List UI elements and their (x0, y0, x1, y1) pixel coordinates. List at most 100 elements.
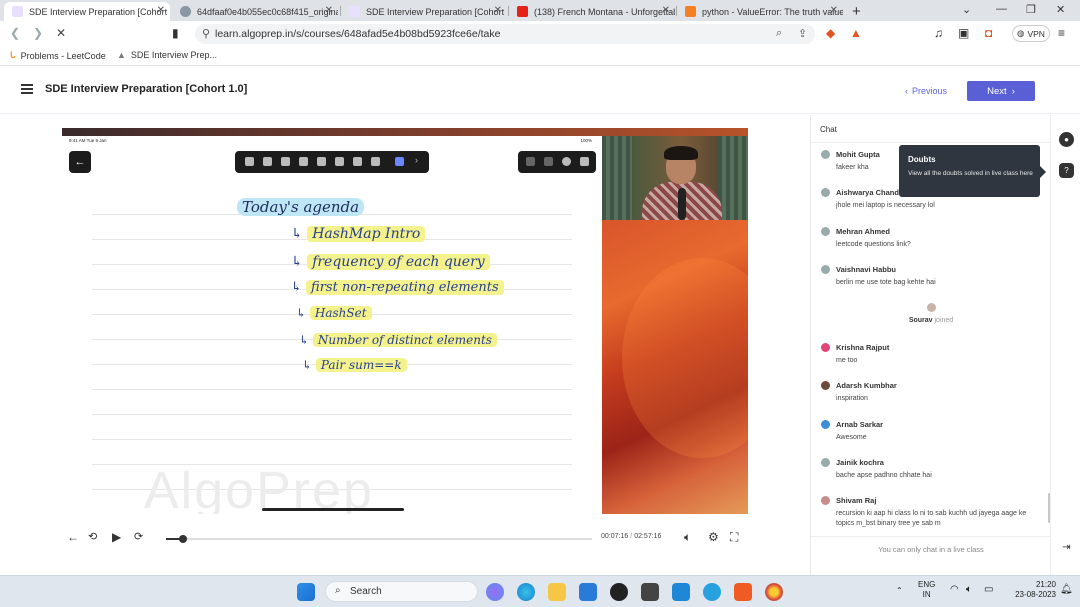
file-explorer-icon[interactable] (548, 583, 566, 601)
doubts-tooltip: Doubts View all the doubts solved in liv… (899, 145, 1046, 197)
notification-bell-icon[interactable]: 🔔︎ (1060, 585, 1073, 595)
address-bar-row: ❮ ❯ ✕ ▮ ⚲ learn.algoprep.in/s/courses/64… (0, 21, 1080, 46)
tab-stackoverflow-python[interactable]: python - ValueError: The truth value of … (677, 2, 843, 21)
forward-10-icon[interactable]: ⟳ (134, 530, 143, 543)
bookmark-sde-interview-prep[interactable]: ▲ SDE Interview Prep... (117, 50, 217, 60)
next-label: Next (987, 85, 1007, 97)
tab-title: SDE Interview Preparation [Cohort (29, 6, 168, 17)
chrome-icon[interactable] (765, 583, 783, 601)
chat-author: Shivam Raj (836, 496, 877, 505)
back-arrow-icon[interactable]: ❮ (10, 26, 20, 40)
telegram-icon[interactable] (703, 583, 721, 601)
joined-text: joined (934, 317, 954, 324)
user-avatar-icon (821, 420, 830, 429)
stop-loading-icon[interactable]: ✕ (56, 26, 66, 40)
vpn-button[interactable]: ◍ VPN (1012, 25, 1050, 42)
user-avatar-icon (821, 265, 830, 274)
shape-tool-icon (335, 157, 344, 166)
doubts-icon[interactable]: ? (1059, 163, 1074, 178)
clock[interactable]: 21:20 23-08-2023 (1004, 580, 1056, 600)
brave-shields-icon[interactable]: ◆ (826, 26, 835, 40)
clock-date: 23-08-2023 (1015, 590, 1056, 599)
wallet-icon[interactable]: ◘ (985, 26, 992, 40)
tab-youtube-french-montana[interactable]: (138) French Montana - Unforgettable ✕ (509, 2, 675, 21)
chat-author: Arnab Sarkar (836, 420, 884, 429)
hamburger-menu-icon[interactable] (21, 84, 33, 94)
previous-button[interactable]: ‹ Previous (905, 81, 947, 101)
globe-icon (180, 6, 191, 17)
minimize-icon[interactable]: — (996, 3, 1007, 15)
bullet-arrow-icon: ↳ (299, 333, 313, 347)
language-indicator[interactable]: ENG IN (918, 580, 935, 600)
chat-text: inspiration (836, 395, 868, 402)
settings-gear-icon[interactable]: ⚙ (708, 530, 719, 544)
seek-handle[interactable] (179, 535, 188, 543)
fullscreen-icon[interactable]: ⛶ (730, 530, 738, 545)
restore-icon[interactable]: ❐ (1026, 3, 1036, 16)
chat-bubble-icon[interactable]: ● (1059, 132, 1074, 147)
vscode-icon[interactable] (672, 583, 690, 601)
site-info-icon[interactable]: ⚲ (202, 27, 210, 40)
speaker-icon[interactable]: 🔈︎ (966, 585, 972, 595)
chevron-left-icon: ‹ (905, 86, 908, 96)
url-field[interactable]: ⚲ learn.algoprep.in/s/courses/648afad5e4… (195, 24, 815, 44)
search-icon[interactable]: ⌕ (776, 27, 782, 40)
play-icon[interactable]: ▶ (112, 530, 121, 544)
sidebar-icon[interactable]: ▣ (958, 26, 969, 40)
copilot-icon[interactable] (486, 583, 504, 601)
join-notice: Sourav joined (811, 303, 1051, 324)
ipad-time: 9:41 AM Tue 9 Jan (69, 138, 107, 143)
bullet-arrow-icon: ↳ (291, 280, 307, 295)
mail-icon[interactable] (579, 583, 597, 601)
volume-icon[interactable]: 🔈︎ (684, 530, 691, 545)
taskbar-search[interactable]: ⌕ Search (325, 581, 478, 602)
clock-time: 21:20 (1035, 580, 1056, 589)
close-tab-icon[interactable]: ✕ (662, 5, 670, 16)
tab-sde-interview-prep[interactable]: SDE Interview Preparation [Cohort ✕ (4, 2, 170, 21)
battery-icon[interactable]: ▭ (984, 585, 993, 595)
media-icon[interactable]: ♫ (934, 26, 943, 40)
close-tab-icon[interactable]: ✕ (157, 5, 165, 16)
rewind-10-icon[interactable]: ⟲ (88, 530, 97, 543)
menu-icon[interactable]: ≡ (1058, 26, 1065, 40)
chevron-up-icon[interactable]: ⌃ (896, 586, 903, 596)
bookmark-leetcode[interactable]: ᒐ Problems - LeetCode (10, 50, 106, 61)
new-tab-icon[interactable]: + (852, 3, 861, 20)
macos-wallpaper (602, 218, 748, 514)
notepad-icon[interactable] (641, 583, 659, 601)
edge-icon[interactable] (517, 583, 535, 601)
browser-tab-strip: SDE Interview Preparation [Cohort ✕ 64df… (0, 0, 1080, 21)
close-tab-icon[interactable]: ✕ (830, 5, 838, 16)
brave-icon[interactable] (734, 583, 752, 601)
user-avatar-icon (821, 381, 830, 390)
share-icon[interactable]: ⇪ (798, 27, 807, 40)
chat-author: Adarsh Kumbhar (836, 381, 897, 390)
next-button[interactable]: Next › (967, 81, 1035, 101)
chat-author: Mohit Gupta (836, 150, 880, 159)
tab-image-original[interactable]: 64dfaaf0e4b055ec0c68f415_original.p ✕ (172, 2, 338, 21)
url-text: learn.algoprep.in/s/courses/648afad5e4b0… (215, 28, 501, 40)
exit-arrow-icon[interactable]: ← (67, 530, 79, 544)
close-tab-icon[interactable]: ✕ (325, 5, 333, 16)
right-rail: ● ? ⇥ (1050, 115, 1080, 575)
wifi-icon[interactable]: ◠ (950, 585, 959, 595)
brave-rewards-icon[interactable]: ▲ (850, 26, 862, 40)
close-window-icon[interactable]: ✕ (1056, 3, 1065, 16)
user-avatar-icon (926, 303, 936, 312)
algoprep-favicon-icon (349, 6, 360, 17)
tab-list-chevron-icon[interactable]: ⌄ (962, 3, 971, 16)
seek-bar[interactable] (166, 535, 592, 543)
dell-icon[interactable] (610, 583, 628, 601)
agenda-item: HashMap Intro (307, 226, 426, 242)
tab-sde-interview-prep-2[interactable]: SDE Interview Preparation [Cohort 1.0 ✕ (341, 2, 507, 21)
tab-title: 64dfaaf0e4b055ec0c68f415_original.p (197, 6, 338, 17)
chat-text: bache apse padhno chhate hai (836, 472, 932, 479)
windows-start-icon[interactable] (297, 583, 315, 601)
forward-arrow-icon[interactable]: ❯ (33, 26, 43, 40)
close-tab-icon[interactable]: ✕ (494, 5, 502, 16)
ipad-battery: 100% (580, 138, 592, 143)
bookmark-icon[interactable]: ▮ (172, 26, 179, 40)
video-player[interactable]: 9:41 AM Tue 9 Jan 100% ← › Today's agend… (62, 128, 748, 514)
tooltip-body: View all the doubts solved in live class… (908, 170, 1033, 177)
logout-icon[interactable]: ⇥ (1059, 540, 1074, 555)
